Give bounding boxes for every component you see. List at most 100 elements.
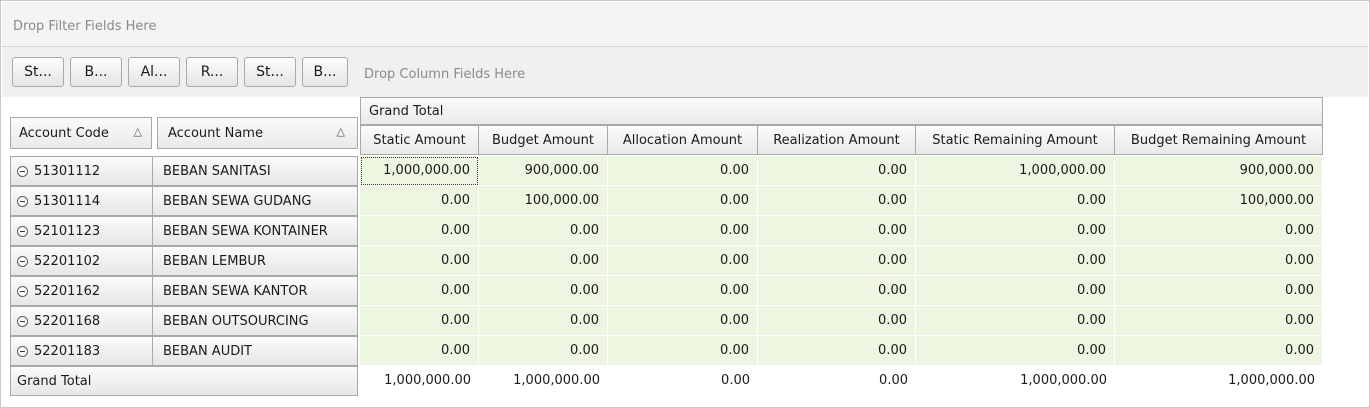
data-cell[interactable]: 0.00 — [1115, 246, 1323, 276]
data-cell[interactable]: 0.00 — [916, 306, 1115, 336]
collapse-icon[interactable] — [17, 165, 28, 177]
data-cell[interactable]: 0.00 — [758, 306, 916, 336]
data-cell[interactable]: 0.00 — [758, 186, 916, 216]
row-header-code[interactable]: 52201162 — [10, 276, 153, 306]
field-button-allocation[interactable]: Al... — [128, 57, 180, 87]
grand-total-column-header: Grand Total — [360, 97, 1323, 125]
row-header-code[interactable]: 52201168 — [10, 306, 153, 336]
data-cell[interactable]: 0.00 — [758, 216, 916, 246]
data-cell[interactable]: 0.00 — [479, 246, 608, 276]
grand-total-cell[interactable]: 1,000,000.00 — [916, 366, 1115, 396]
field-button-realization[interactable]: R... — [186, 57, 238, 87]
data-cell[interactable]: 0.00 — [479, 216, 608, 246]
data-cell[interactable]: 900,000.00 — [1115, 156, 1323, 186]
data-cell[interactable]: 0.00 — [360, 276, 479, 306]
value-header-budget-amount[interactable]: Budget Amount — [478, 125, 608, 155]
field-button-row: St... B... Al... R... St... B... Drop Co… — [2, 47, 1368, 97]
collapse-icon[interactable] — [17, 255, 28, 267]
data-cell[interactable]: 0.00 — [479, 276, 608, 306]
field-button-budget-remaining[interactable]: B... — [302, 57, 348, 87]
row-header-name[interactable]: BEBAN SEWA KANTOR — [152, 276, 358, 306]
data-cell[interactable]: 0.00 — [479, 336, 608, 366]
data-cell[interactable]: 0.00 — [608, 276, 758, 306]
grand-total-cell[interactable]: 0.00 — [608, 366, 758, 396]
grand-total-row-header[interactable]: Grand Total — [10, 366, 358, 396]
value-header-budget-remaining-amount[interactable]: Budget Remaining Amount — [1114, 125, 1323, 155]
data-cell[interactable]: 0.00 — [916, 276, 1115, 306]
field-button-static-remaining[interactable]: St... — [244, 57, 296, 87]
row-header-name[interactable]: BEBAN AUDIT — [152, 336, 358, 366]
account-code-header-label: Account Code — [19, 125, 109, 141]
data-cell[interactable]: 0.00 — [608, 336, 758, 366]
data-cell[interactable]: 0.00 — [360, 246, 479, 276]
account-code: 52201168 — [34, 313, 101, 329]
data-cell[interactable]: 0.00 — [360, 216, 479, 246]
data-cell[interactable]: 1,000,000.00 — [360, 156, 479, 186]
value-header-static-remaining-amount[interactable]: Static Remaining Amount — [915, 125, 1115, 155]
data-cell[interactable]: 0.00 — [1115, 276, 1323, 306]
value-header-allocation-amount[interactable]: Allocation Amount — [607, 125, 758, 155]
row-header-name[interactable]: BEBAN LEMBUR — [152, 246, 358, 276]
data-cell[interactable]: 1,000,000.00 — [916, 156, 1115, 186]
collapse-icon[interactable] — [17, 285, 28, 297]
row-header-code[interactable]: 51301112 — [10, 156, 153, 186]
row-header-name[interactable]: BEBAN OUTSOURCING — [152, 306, 358, 336]
value-header-static-amount[interactable]: Static Amount — [360, 125, 479, 155]
account-code: 52101123 — [34, 223, 101, 239]
data-cell[interactable]: 0.00 — [608, 306, 758, 336]
account-name-header[interactable]: Account Name △ — [157, 117, 358, 149]
row-header-name[interactable]: BEBAN SANITASI — [152, 156, 358, 186]
row-header-code[interactable]: 52201183 — [10, 336, 153, 366]
field-button-budget[interactable]: B... — [70, 57, 122, 87]
row-header-name[interactable]: BEBAN SEWA GUDANG — [152, 186, 358, 216]
data-cell[interactable]: 0.00 — [916, 336, 1115, 366]
data-cell[interactable]: 0.00 — [479, 306, 608, 336]
grand-total-cell[interactable]: 0.00 — [758, 366, 916, 396]
data-cell[interactable]: 0.00 — [916, 216, 1115, 246]
account-name-header-label: Account Name — [168, 125, 263, 141]
data-cell[interactable]: 0.00 — [608, 186, 758, 216]
data-cell[interactable]: 0.00 — [608, 156, 758, 186]
data-cell[interactable]: 100,000.00 — [479, 186, 608, 216]
row-header-name[interactable]: BEBAN SEWA KONTAINER — [152, 216, 358, 246]
account-code: 51301114 — [34, 193, 101, 209]
account-code: 52201162 — [34, 283, 101, 299]
data-cell[interactable]: 100,000.00 — [1115, 186, 1323, 216]
account-code: 51301112 — [34, 163, 101, 179]
sort-ascending-icon: △ — [336, 125, 345, 138]
data-cell[interactable]: 0.00 — [758, 156, 916, 186]
grand-total-cell[interactable]: 1,000,000.00 — [360, 366, 479, 396]
data-cell[interactable]: 0.00 — [916, 246, 1115, 276]
field-button-static[interactable]: St... — [12, 57, 64, 87]
filter-drop-area[interactable]: Drop Filter Fields Here — [2, 2, 1368, 47]
collapse-icon[interactable] — [17, 345, 28, 357]
data-cell[interactable]: 0.00 — [360, 336, 479, 366]
data-cell[interactable]: 0.00 — [360, 306, 479, 336]
pivot-grid: Drop Filter Fields Here St... B... Al...… — [0, 0, 1370, 408]
data-cell[interactable]: 0.00 — [360, 186, 479, 216]
row-header-code[interactable]: 51301114 — [10, 186, 153, 216]
collapse-icon[interactable] — [17, 315, 28, 327]
data-cell[interactable]: 0.00 — [758, 276, 916, 306]
data-cell[interactable]: 0.00 — [608, 216, 758, 246]
collapse-icon[interactable] — [17, 225, 28, 237]
account-code: 52201183 — [34, 343, 101, 359]
data-cell[interactable]: 0.00 — [758, 246, 916, 276]
row-header-code[interactable]: 52201102 — [10, 246, 153, 276]
data-cell[interactable]: 0.00 — [916, 186, 1115, 216]
data-cell[interactable]: 0.00 — [1115, 216, 1323, 246]
data-cell[interactable]: 0.00 — [1115, 306, 1323, 336]
data-cell[interactable]: 0.00 — [608, 246, 758, 276]
row-header-code[interactable]: 52101123 — [10, 216, 153, 246]
column-drop-hint: Drop Column Fields Here — [364, 67, 526, 82]
account-code-header[interactable]: Account Code △ — [10, 117, 152, 149]
grand-total-cell[interactable]: 1,000,000.00 — [1115, 366, 1323, 396]
grand-total-cell[interactable]: 1,000,000.00 — [479, 366, 608, 396]
collapse-icon[interactable] — [17, 195, 28, 207]
account-code: 52201102 — [34, 253, 101, 269]
sort-ascending-icon: △ — [133, 125, 142, 138]
data-cell[interactable]: 0.00 — [1115, 336, 1323, 366]
value-header-realization-amount[interactable]: Realization Amount — [757, 125, 916, 155]
data-cell[interactable]: 900,000.00 — [479, 156, 608, 186]
data-cell[interactable]: 0.00 — [758, 336, 916, 366]
